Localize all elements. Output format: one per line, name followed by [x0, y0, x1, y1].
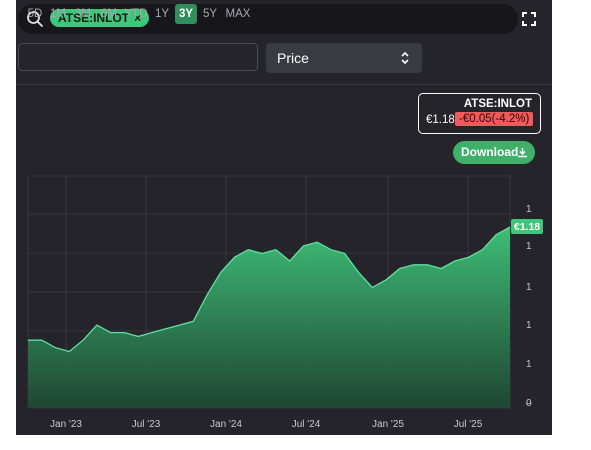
- y-tick-label: –: [526, 398, 532, 409]
- y-tick-label: 1: [526, 241, 532, 252]
- y-tick-label: 1: [526, 282, 532, 293]
- download-button[interactable]: Download: [453, 141, 535, 164]
- y-tick-label: 1: [526, 320, 532, 331]
- ticker-info-box: ATSE:INLOT €1.18 -€0.05(-4.2%): [418, 93, 541, 134]
- x-tick-label: Jan '23: [50, 419, 82, 430]
- info-price: €1.18: [426, 114, 455, 126]
- price-area: [28, 227, 510, 408]
- download-label: Download: [461, 145, 519, 159]
- x-tick-label: Jul '24: [292, 419, 321, 430]
- info-change-badge: -€0.05(-4.2%): [455, 112, 534, 126]
- y-tick-label: 1: [526, 204, 532, 215]
- download-icon: [518, 148, 527, 158]
- info-ticker: ATSE:INLOT: [463, 98, 532, 110]
- x-tick-label: Jul '23: [132, 419, 161, 430]
- x-tick-label: Jan '24: [210, 419, 242, 430]
- x-tick-label: Jan '25: [372, 419, 404, 430]
- x-tick-label: Jul '25: [454, 419, 483, 430]
- y-tick-label: 1: [526, 359, 532, 370]
- last-value-label: €1.18: [514, 221, 540, 233]
- price-chart: Jan '23 Jul '23 Jan '24 Jul '24 Jan '25 Jul '…: [27, 175, 543, 430]
